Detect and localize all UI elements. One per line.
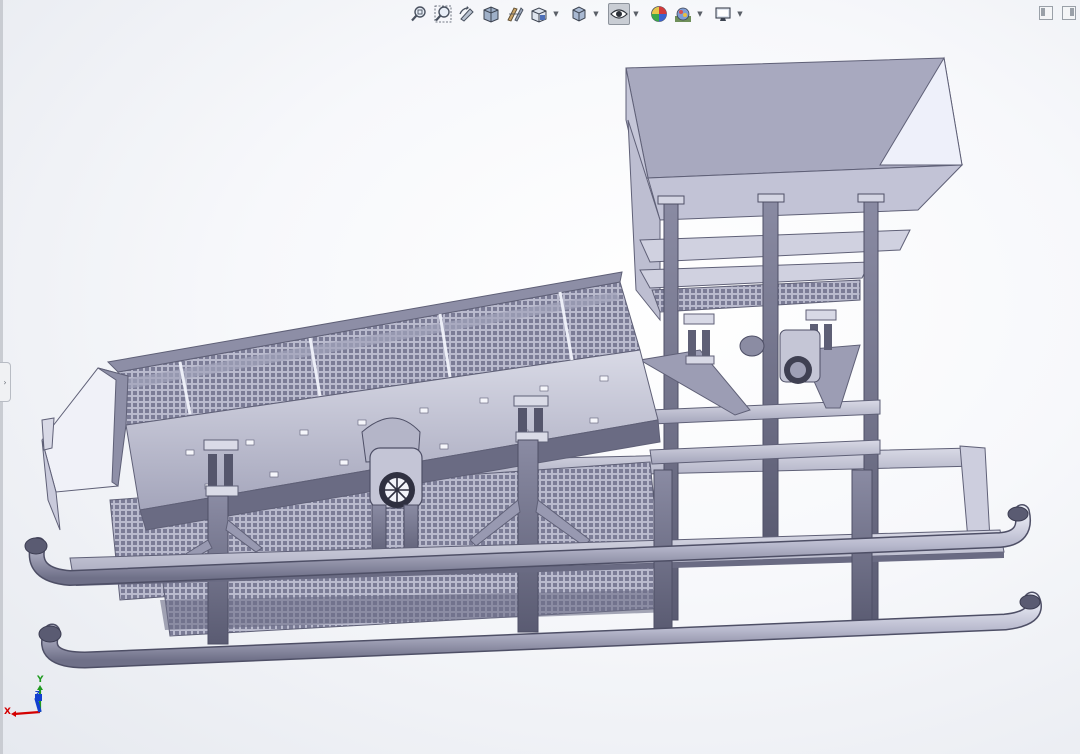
reference-triad: X Y Z [4,676,54,722]
model-vibrating-screen[interactable] [0,0,1080,754]
triad-x-label: X [4,707,11,717]
triad-y-label: Y [37,675,44,685]
tower-vibration-motor [739,329,821,384]
graphics-area[interactable]: › ▼ ▼ ▼ ▼ ▼ X Y Z [0,0,1080,754]
tower-spring-left [683,313,715,365]
triad-z-label: Z [35,690,41,698]
